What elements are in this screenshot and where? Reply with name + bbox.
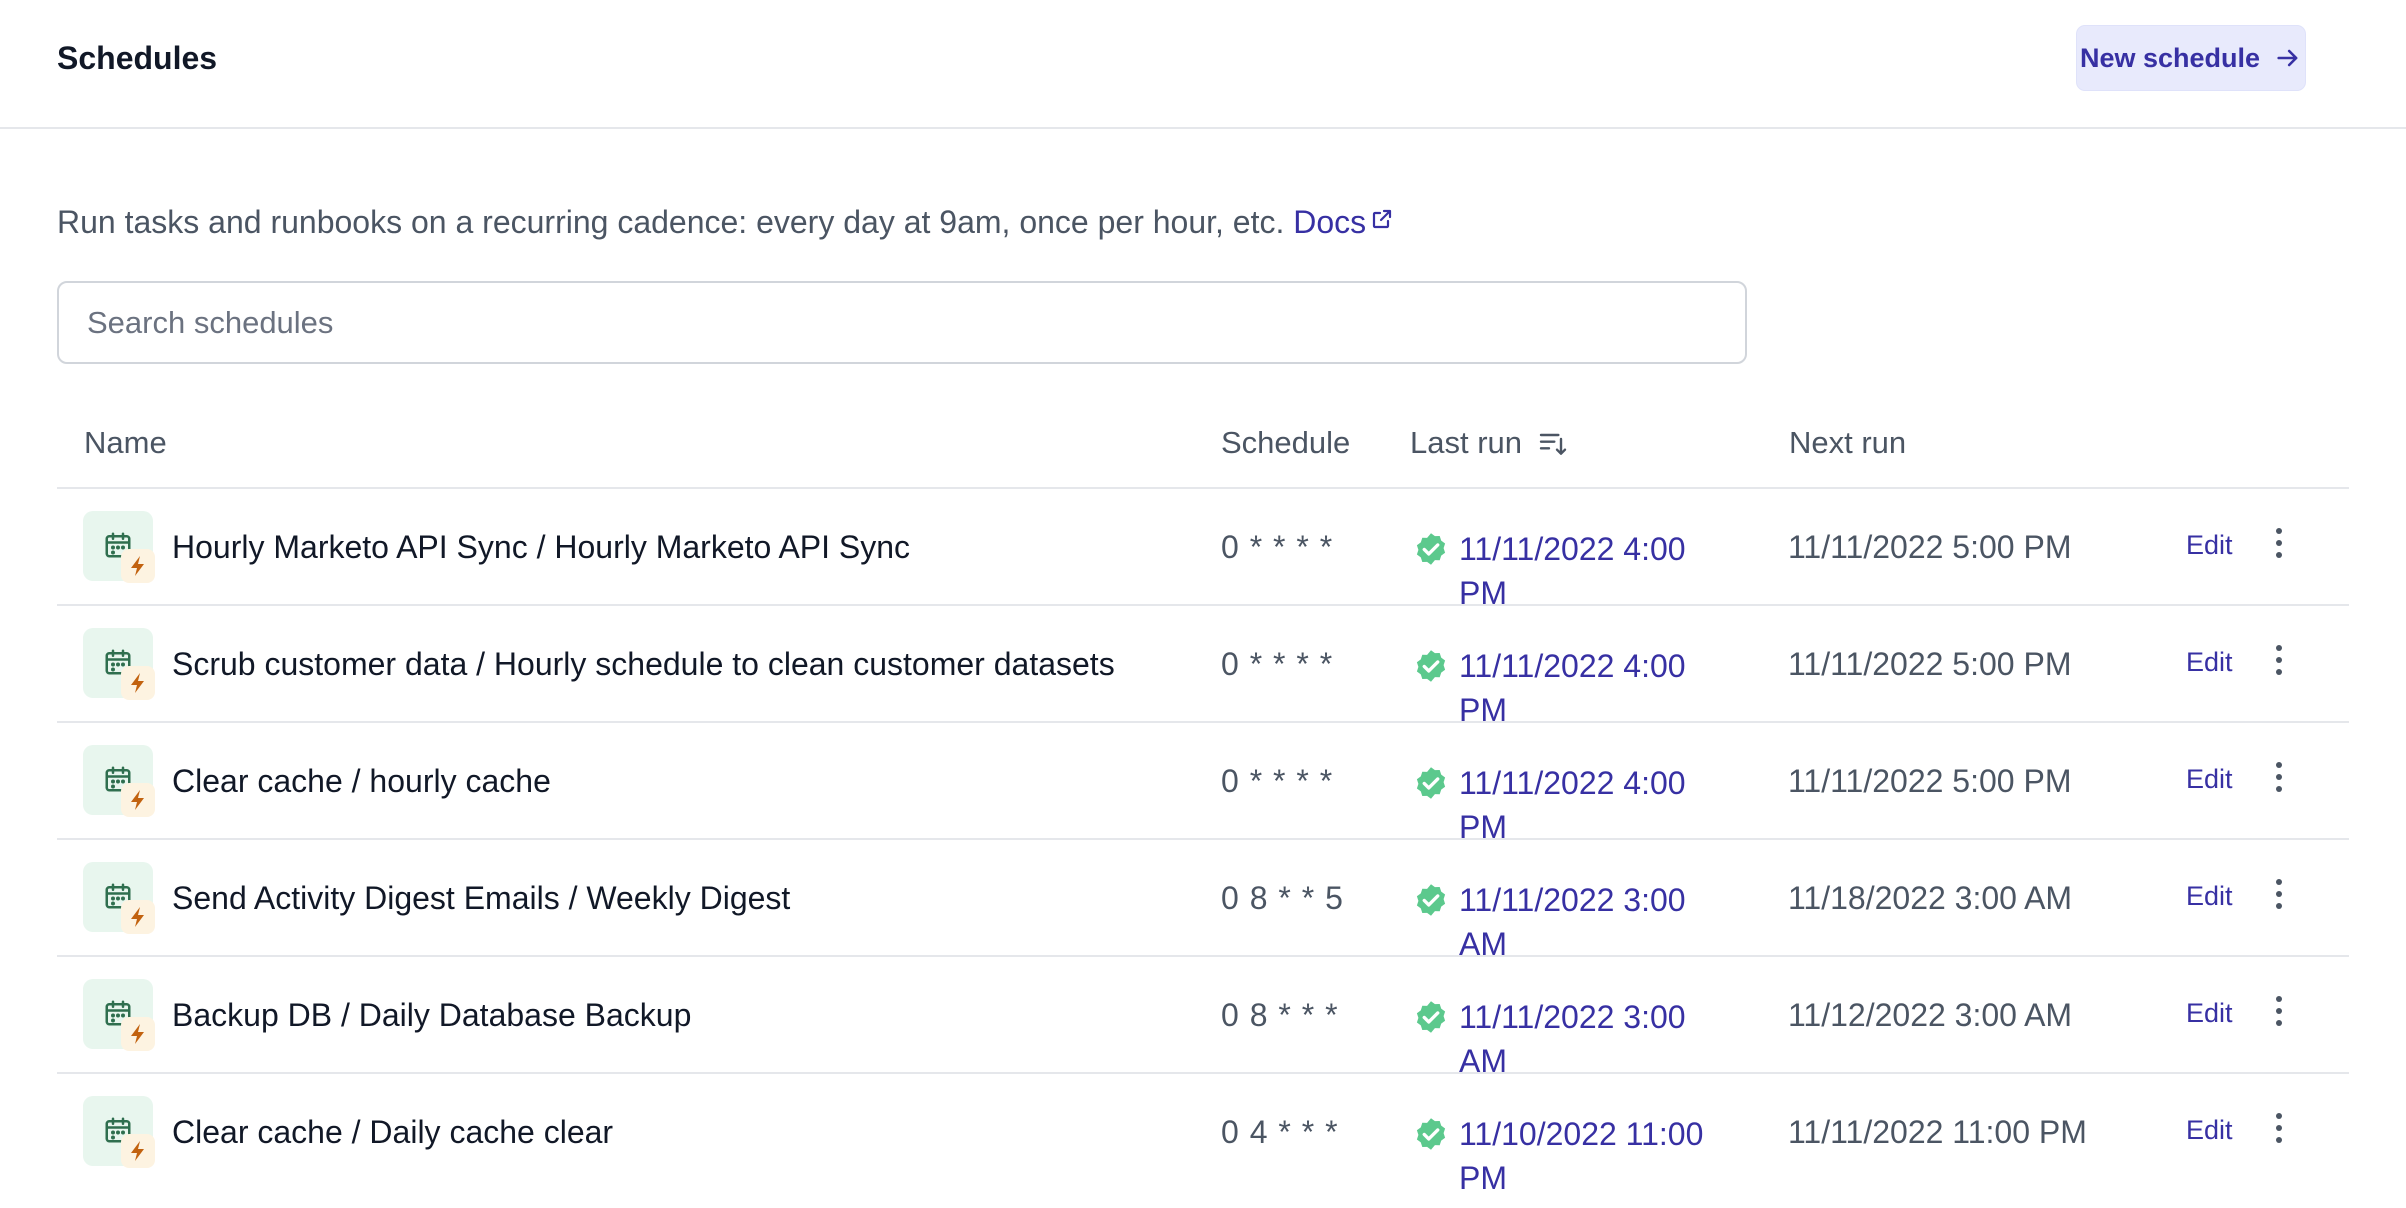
- description-text: Run tasks and runbooks on a recurring ca…: [57, 204, 1285, 240]
- last-run-time: 11/11/2022 4:00 PM: [1459, 531, 1686, 611]
- edit-button[interactable]: Edit: [2186, 525, 2233, 565]
- lightning-bolt-icon: [131, 673, 144, 693]
- schedule-name[interactable]: Clear cache / hourly cache: [172, 761, 551, 801]
- next-run-time: 11/11/2022 5:00 PM: [1788, 646, 2072, 682]
- check-badge-icon: [1416, 1001, 1446, 1033]
- schedule-type-icon: [83, 1096, 155, 1168]
- next-run-time: 11/11/2022 11:00 PM: [1788, 1114, 2087, 1150]
- column-header-next-run[interactable]: Next run: [1789, 423, 1906, 463]
- schedule-name[interactable]: Send Activity Digest Emails / Weekly Dig…: [172, 878, 790, 918]
- new-schedule-label: New schedule: [2079, 42, 2261, 73]
- last-run-time: 11/11/2022 4:00 PM: [1459, 765, 1686, 845]
- edit-button[interactable]: Edit: [2186, 759, 2233, 799]
- cron-expression: 0 * * * *: [1221, 529, 1334, 565]
- search-input[interactable]: [57, 281, 1747, 364]
- docs-link[interactable]: Docs: [1293, 204, 1394, 240]
- schedule-type-icon: [83, 862, 155, 934]
- schedule-name[interactable]: Scrub customer data / Hourly schedule to…: [172, 644, 1115, 684]
- last-run-time: 11/11/2022 4:00 PM: [1459, 648, 1686, 728]
- table-row[interactable]: Clear cache / Daily cache clear 0 4 * * …: [57, 1074, 2349, 1196]
- schedule-name[interactable]: Backup DB / Daily Database Backup: [172, 995, 691, 1035]
- check-badge-icon: [1416, 533, 1446, 565]
- schedule-name[interactable]: Clear cache / Daily cache clear: [172, 1112, 613, 1152]
- external-link-icon: [1373, 209, 1392, 229]
- check-badge-icon: [1416, 767, 1446, 799]
- edit-button[interactable]: Edit: [2186, 993, 2233, 1033]
- lightning-bolt-badge: [121, 549, 155, 583]
- last-run-time: 11/10/2022 11:00 PM: [1459, 1116, 1704, 1196]
- cron-expression: 0 4 * * *: [1221, 1114, 1339, 1150]
- cron-expression: 0 8 * * 5: [1221, 880, 1344, 916]
- column-header-schedule[interactable]: Schedule: [1221, 423, 1350, 463]
- arrow-right-icon: [2277, 49, 2298, 67]
- cron-expression: 0 8 * * *: [1221, 997, 1339, 1033]
- last-run-link[interactable]: 11/11/2022 3:00 AM: [1413, 995, 1773, 1083]
- lightning-bolt-badge: [121, 666, 155, 700]
- schedule-type-icon: [83, 979, 155, 1051]
- last-run-time: 11/11/2022 3:00 AM: [1459, 882, 1686, 962]
- schedule-name[interactable]: Hourly Marketo API Sync / Hourly Marketo…: [172, 527, 910, 567]
- lightning-bolt-badge: [121, 1134, 155, 1168]
- next-run-time: 11/12/2022 3:00 AM: [1788, 997, 2073, 1033]
- more-vertical-icon[interactable]: [2269, 874, 2289, 918]
- last-run-link[interactable]: 11/11/2022 3:00 AM: [1413, 878, 1773, 966]
- check-badge-icon: [1416, 884, 1446, 916]
- schedule-type-icon: [83, 628, 155, 700]
- lightning-bolt-icon: [131, 1024, 144, 1044]
- last-run-link[interactable]: 11/11/2022 4:00 PM: [1413, 761, 1773, 849]
- table-row[interactable]: Clear cache / hourly cache 0 * * * * 11/…: [57, 723, 2349, 845]
- last-run-link[interactable]: 11/10/2022 11:00 PM: [1413, 1112, 1773, 1200]
- last-run-time: 11/11/2022 3:00 AM: [1459, 999, 1686, 1079]
- edit-button[interactable]: Edit: [2186, 1110, 2233, 1150]
- page-description: Run tasks and runbooks on a recurring ca…: [57, 202, 1394, 242]
- column-header-last-run[interactable]: Last run: [1410, 423, 1569, 463]
- new-schedule-button[interactable]: New schedule: [2076, 25, 2306, 91]
- page-header: Schedules New schedule: [0, 0, 2406, 129]
- schedule-type-icon: [83, 511, 155, 583]
- table-row[interactable]: Scrub customer data / Hourly schedule to…: [57, 606, 2349, 728]
- table-row[interactable]: Hourly Marketo API Sync / Hourly Marketo…: [57, 489, 2349, 611]
- more-vertical-icon[interactable]: [2269, 757, 2289, 801]
- lightning-bolt-icon: [131, 790, 144, 810]
- next-run-time: 11/18/2022 3:00 AM: [1788, 880, 2073, 916]
- lightning-bolt-icon: [131, 907, 144, 927]
- schedule-type-icon: [83, 745, 155, 817]
- lightning-bolt-icon: [131, 556, 144, 576]
- lightning-bolt-icon: [131, 1141, 144, 1161]
- table-row[interactable]: Send Activity Digest Emails / Weekly Dig…: [57, 840, 2349, 962]
- lightning-bolt-badge: [121, 900, 155, 934]
- edit-button[interactable]: Edit: [2186, 876, 2233, 916]
- cron-expression: 0 * * * *: [1221, 646, 1334, 682]
- next-run-time: 11/11/2022 5:00 PM: [1788, 763, 2072, 799]
- more-vertical-icon[interactable]: [2269, 991, 2289, 1035]
- more-vertical-icon[interactable]: [2269, 523, 2289, 567]
- edit-button[interactable]: Edit: [2186, 642, 2233, 682]
- column-header-name[interactable]: Name: [84, 423, 167, 463]
- check-badge-icon: [1416, 1118, 1446, 1150]
- next-run-time: 11/11/2022 5:00 PM: [1788, 529, 2072, 565]
- lightning-bolt-badge: [121, 1017, 155, 1051]
- table-row[interactable]: Backup DB / Daily Database Backup 0 8 * …: [57, 957, 2349, 1079]
- docs-label: Docs: [1293, 204, 1367, 240]
- column-header-last-run-label: Last run: [1410, 425, 1523, 460]
- last-run-link[interactable]: 11/11/2022 4:00 PM: [1413, 644, 1773, 732]
- cron-expression: 0 * * * *: [1221, 763, 1334, 799]
- check-badge-icon: [1416, 650, 1446, 682]
- more-vertical-icon[interactable]: [2269, 1108, 2289, 1152]
- page-title: Schedules: [57, 40, 218, 76]
- last-run-link[interactable]: 11/11/2022 4:00 PM: [1413, 527, 1773, 615]
- sort-descending-icon[interactable]: [1537, 427, 1569, 459]
- more-vertical-icon[interactable]: [2269, 640, 2289, 684]
- lightning-bolt-badge: [121, 783, 155, 817]
